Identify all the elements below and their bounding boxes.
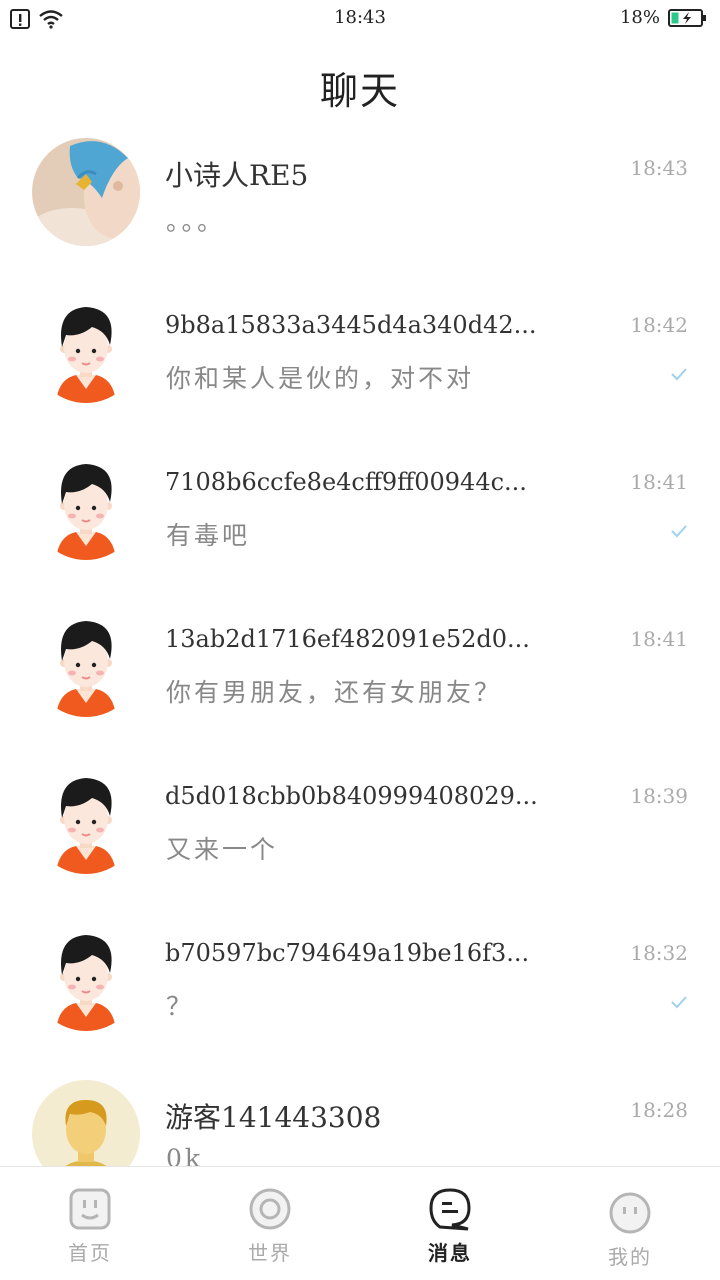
battery-icon (668, 8, 706, 27)
chat-list: 小诗人RE5 。。。 18:43 9b8a15833a3445d4a340d42… (0, 130, 720, 1166)
nav-label: 世界 (248, 1241, 292, 1265)
avatar-default (32, 766, 140, 874)
avatar-default (32, 609, 140, 717)
status-right: 18% (620, 7, 708, 28)
battery-percent: 18% (619, 7, 660, 28)
avatar-default (32, 923, 140, 1031)
chat-item[interactable]: 小诗人RE5 。。。 18:43 (0, 130, 720, 287)
chat-name: 13ab2d1716ef482091e52d0... (165, 625, 530, 653)
nav-label: 首页 (68, 1241, 112, 1265)
default-girl-avatar-icon (32, 609, 140, 717)
chat-name: 小诗人RE5 (165, 159, 309, 192)
default-girl-avatar-icon (32, 452, 140, 560)
world-ring-icon (249, 1188, 291, 1230)
read-check-icon (671, 368, 687, 381)
avatar-default (32, 452, 140, 560)
chat-item[interactable]: 13ab2d1716ef482091e52d0... 你有男朋友，还有女朋友？ … (0, 601, 720, 758)
profile-face-icon (609, 1192, 651, 1234)
nav-home[interactable]: 首页 (0, 1167, 180, 1280)
avatar-default (32, 295, 140, 403)
read-check-icon (671, 996, 687, 1009)
bottom-nav: 首页 世界 消息 我的 (0, 1166, 720, 1280)
message-bubble-icon (429, 1188, 471, 1231)
nav-messages[interactable]: 消息 (360, 1167, 540, 1280)
chat-preview: 0k (166, 1144, 204, 1166)
status-bar: 18:43 18% (0, 0, 720, 38)
chat-preview: 你和某人是伙的，对不对 (166, 364, 475, 393)
chat-item[interactable]: 7108b6ccfe8e4cff9ff00944c... 有毒吧 18:41 (0, 444, 720, 601)
avatar-photo (32, 138, 140, 246)
chat-preview: 有毒吧 (166, 521, 251, 550)
nav-label: 我的 (608, 1245, 652, 1269)
chat-item[interactable]: d5d018cbb0b840999408029... 又来一个 18:39 (0, 758, 720, 915)
nav-profile[interactable]: 我的 (540, 1167, 720, 1280)
home-face-icon (69, 1188, 111, 1230)
chat-name: 7108b6ccfe8e4cff9ff00944c... (165, 468, 527, 496)
chat-time: 18:39 (630, 784, 688, 808)
status-time: 18:43 (334, 7, 386, 28)
nav-world[interactable]: 世界 (180, 1167, 360, 1280)
chat-time: 18:28 (630, 1098, 688, 1122)
chat-time: 18:41 (630, 627, 688, 651)
chat-preview: 。。。 (166, 207, 226, 236)
nav-label: 消息 (428, 1241, 472, 1265)
page-title: 聊天 (319, 69, 400, 113)
chat-item[interactable]: 游客141443308 0k 18:28 (0, 1072, 720, 1166)
chat-preview: 你有男朋友，还有女朋友？ (166, 678, 503, 707)
default-girl-avatar-icon (32, 923, 140, 1031)
chat-preview: 又来一个 (166, 835, 279, 864)
chat-time: 18:42 (630, 313, 688, 337)
avatar-guest (32, 1080, 140, 1166)
guest-avatar-icon (32, 1080, 140, 1166)
read-check-icon (671, 525, 687, 538)
default-girl-avatar-icon (32, 295, 140, 403)
blue-hair-girl-avatar (32, 138, 140, 246)
chat-item[interactable]: 9b8a15833a3445d4a340d42... 你和某人是伙的，对不对 1… (0, 287, 720, 444)
chat-name: 9b8a15833a3445d4a340d42... (165, 311, 537, 339)
chat-name: b70597bc794649a19be16f3... (165, 939, 530, 967)
chat-time: 18:41 (630, 470, 688, 494)
chat-preview: ？ (166, 992, 195, 1021)
chat-item[interactable]: b70597bc794649a19be16f3... ？ 18:32 (0, 915, 720, 1072)
chat-name: 游客141443308 (165, 1101, 382, 1134)
default-girl-avatar-icon (32, 766, 140, 874)
chat-time: 18:43 (630, 156, 688, 180)
chat-time: 18:32 (630, 941, 688, 965)
chat-name: d5d018cbb0b840999408029... (165, 782, 538, 810)
